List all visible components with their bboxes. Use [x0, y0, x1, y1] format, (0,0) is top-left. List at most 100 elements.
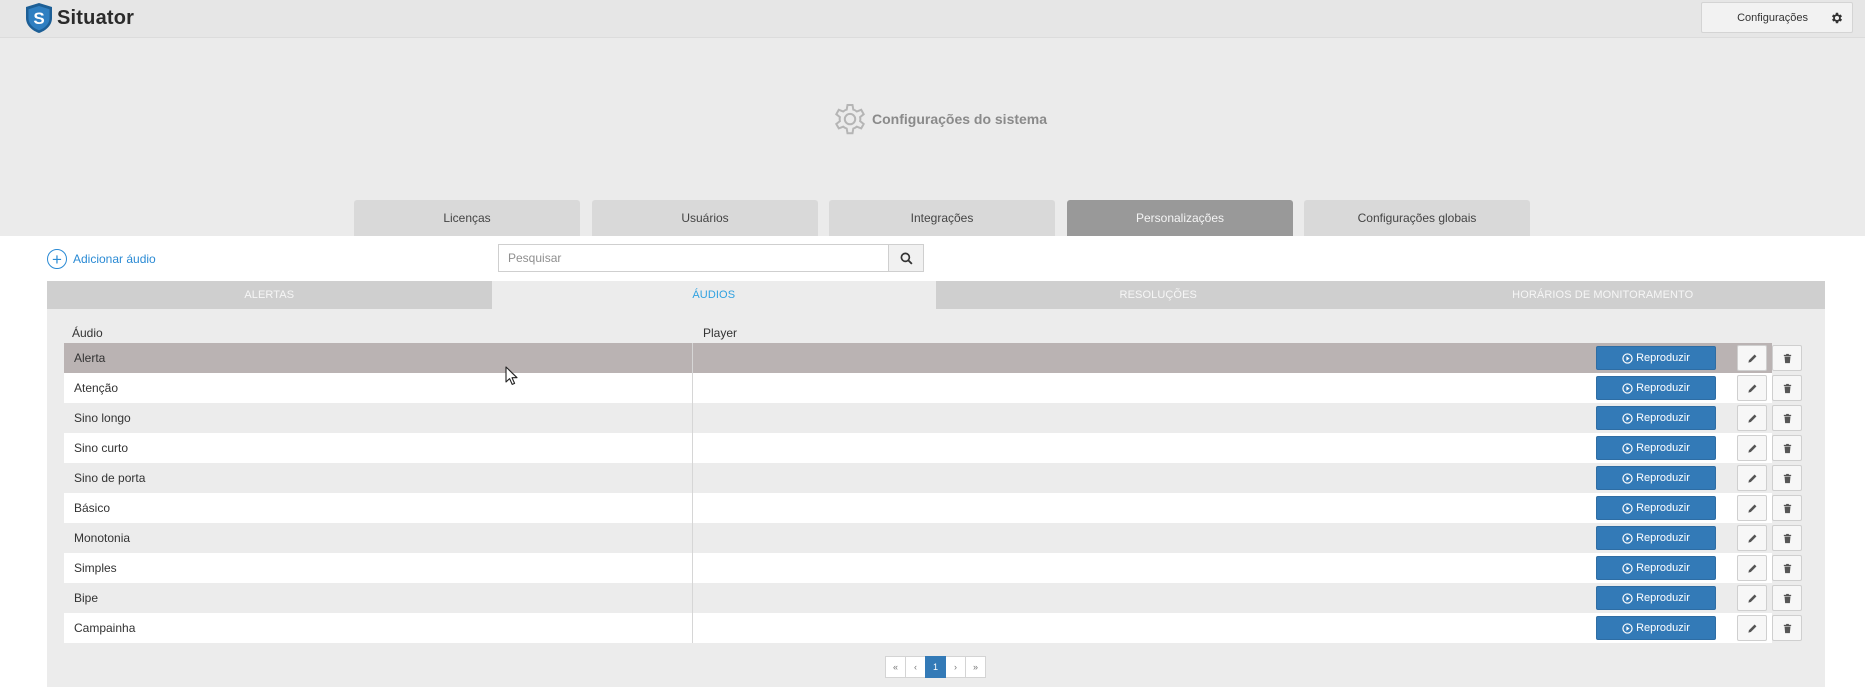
play-button-label: Reproduzir — [1636, 502, 1690, 514]
play-button-label: Reproduzir — [1636, 352, 1690, 364]
edit-button[interactable] — [1737, 555, 1767, 581]
delete-button[interactable] — [1772, 525, 1802, 551]
pencil-icon — [1747, 384, 1756, 393]
play-circle-icon — [1622, 472, 1633, 484]
page-last-button[interactable]: » — [965, 656, 986, 678]
subtab-audios[interactable]: ÁUDIOS — [491, 281, 936, 309]
audio-name-cell: Simples — [64, 553, 693, 583]
audio-name-cell: Atenção — [64, 373, 693, 403]
edit-button[interactable] — [1737, 345, 1767, 371]
play-circle-icon — [1622, 622, 1633, 634]
play-button-label: Reproduzir — [1636, 532, 1690, 544]
pencil-icon — [1747, 594, 1756, 603]
play-button[interactable]: Reproduzir — [1596, 556, 1716, 580]
play-button-label: Reproduzir — [1636, 472, 1690, 484]
play-button[interactable]: Reproduzir — [1596, 496, 1716, 520]
play-button[interactable]: Reproduzir — [1596, 376, 1716, 400]
play-circle-icon — [1622, 592, 1633, 604]
table-row[interactable]: Sino longo Reproduzir — [64, 403, 1802, 433]
player-cell: Reproduzir — [693, 613, 1726, 643]
pencil-icon — [1747, 624, 1756, 633]
trash-icon — [1783, 533, 1791, 543]
tab-licencas[interactable]: Licenças — [354, 200, 580, 236]
pencil-icon — [1747, 444, 1756, 453]
play-button-label: Reproduzir — [1636, 442, 1690, 454]
audio-name-cell: Sino de porta — [64, 463, 693, 493]
settings-button[interactable]: Configurações — [1701, 2, 1853, 33]
play-circle-icon — [1622, 532, 1633, 544]
trash-icon — [1783, 413, 1791, 423]
play-button[interactable]: Reproduzir — [1596, 436, 1716, 460]
search-input[interactable] — [498, 244, 888, 272]
table-row[interactable]: Alerta Reproduzir — [64, 343, 1802, 373]
page-next-button[interactable]: › — [945, 656, 966, 678]
shield-logo-icon: S — [26, 3, 52, 33]
subtab-horarios-monitoramento[interactable]: HORÁRIOS DE MONITORAMENTO — [1381, 281, 1826, 309]
column-header-audio: Áudio — [72, 326, 103, 340]
table-row[interactable]: Simples Reproduzir — [64, 553, 1802, 583]
table-row[interactable]: Bipe Reproduzir — [64, 583, 1802, 613]
delete-button[interactable] — [1772, 345, 1802, 371]
edit-button[interactable] — [1737, 495, 1767, 521]
tab-personalizacoes[interactable]: Personalizações — [1067, 200, 1293, 236]
trash-icon — [1783, 473, 1791, 483]
table-row[interactable]: Atenção Reproduzir — [64, 373, 1802, 403]
delete-button[interactable] — [1772, 435, 1802, 461]
player-cell: Reproduzir — [693, 583, 1726, 613]
edit-button[interactable] — [1737, 585, 1767, 611]
play-button[interactable]: Reproduzir — [1596, 346, 1716, 370]
audio-name-cell: Campainha — [64, 613, 693, 643]
tab-configuracoes-globais[interactable]: Configurações globais — [1304, 200, 1530, 236]
edit-button[interactable] — [1737, 615, 1767, 641]
play-circle-icon — [1622, 352, 1633, 364]
subtab-alertas[interactable]: ALERTAS — [47, 281, 492, 309]
table-row[interactable]: Campainha Reproduzir — [64, 613, 1802, 643]
edit-button[interactable] — [1737, 525, 1767, 551]
play-circle-icon — [1622, 502, 1633, 514]
play-button[interactable]: Reproduzir — [1596, 526, 1716, 550]
add-audio-button[interactable]: + Adicionar áudio — [47, 249, 156, 269]
delete-button[interactable] — [1772, 405, 1802, 431]
page-first-button[interactable]: « — [885, 656, 906, 678]
tab-usuarios[interactable]: Usuários — [592, 200, 818, 236]
delete-button[interactable] — [1772, 615, 1802, 641]
logo-letter: S — [33, 9, 44, 28]
play-button[interactable]: Reproduzir — [1596, 616, 1716, 640]
search-button[interactable] — [888, 244, 924, 272]
plus-circle-icon: + — [47, 249, 67, 269]
audio-name-cell: Monotonia — [64, 523, 693, 553]
delete-button[interactable] — [1772, 375, 1802, 401]
edit-button[interactable] — [1737, 375, 1767, 401]
edit-button[interactable] — [1737, 435, 1767, 461]
edit-button[interactable] — [1737, 465, 1767, 491]
trash-icon — [1783, 623, 1791, 633]
table-row[interactable]: Sino curto Reproduzir — [64, 433, 1802, 463]
page-title-text: Configurações do sistema — [872, 111, 1048, 127]
edit-button[interactable] — [1737, 405, 1767, 431]
play-circle-icon — [1622, 382, 1633, 394]
delete-button[interactable] — [1772, 585, 1802, 611]
column-header-player: Player — [703, 326, 738, 340]
pencil-icon — [1747, 474, 1756, 483]
delete-button[interactable] — [1772, 495, 1802, 521]
table-row[interactable]: Monotonia Reproduzir — [64, 523, 1802, 553]
play-button[interactable]: Reproduzir — [1596, 406, 1716, 430]
app-logo[interactable]: S Situator — [24, 2, 134, 34]
delete-button[interactable] — [1772, 555, 1802, 581]
audio-name-cell: Sino curto — [64, 433, 693, 463]
trash-icon — [1783, 593, 1791, 603]
page-current-button[interactable]: 1 — [925, 656, 946, 678]
pencil-icon — [1747, 354, 1756, 363]
delete-button[interactable] — [1772, 465, 1802, 491]
player-cell: Reproduzir — [693, 343, 1726, 373]
play-button-label: Reproduzir — [1636, 412, 1690, 424]
page-prev-button[interactable]: ‹ — [905, 656, 926, 678]
table-row[interactable]: Básico Reproduzir — [64, 493, 1802, 523]
table-row[interactable]: Sino de porta Reproduzir — [64, 463, 1802, 493]
play-button[interactable]: Reproduzir — [1596, 466, 1716, 490]
tab-integracoes[interactable]: Integrações — [829, 200, 1055, 236]
play-button[interactable]: Reproduzir — [1596, 586, 1716, 610]
top-area: S Situator Configurações Configurações d… — [0, 0, 1865, 236]
pencil-icon — [1747, 414, 1756, 423]
subtab-resolucoes[interactable]: RESOLUÇÕES — [936, 281, 1381, 309]
